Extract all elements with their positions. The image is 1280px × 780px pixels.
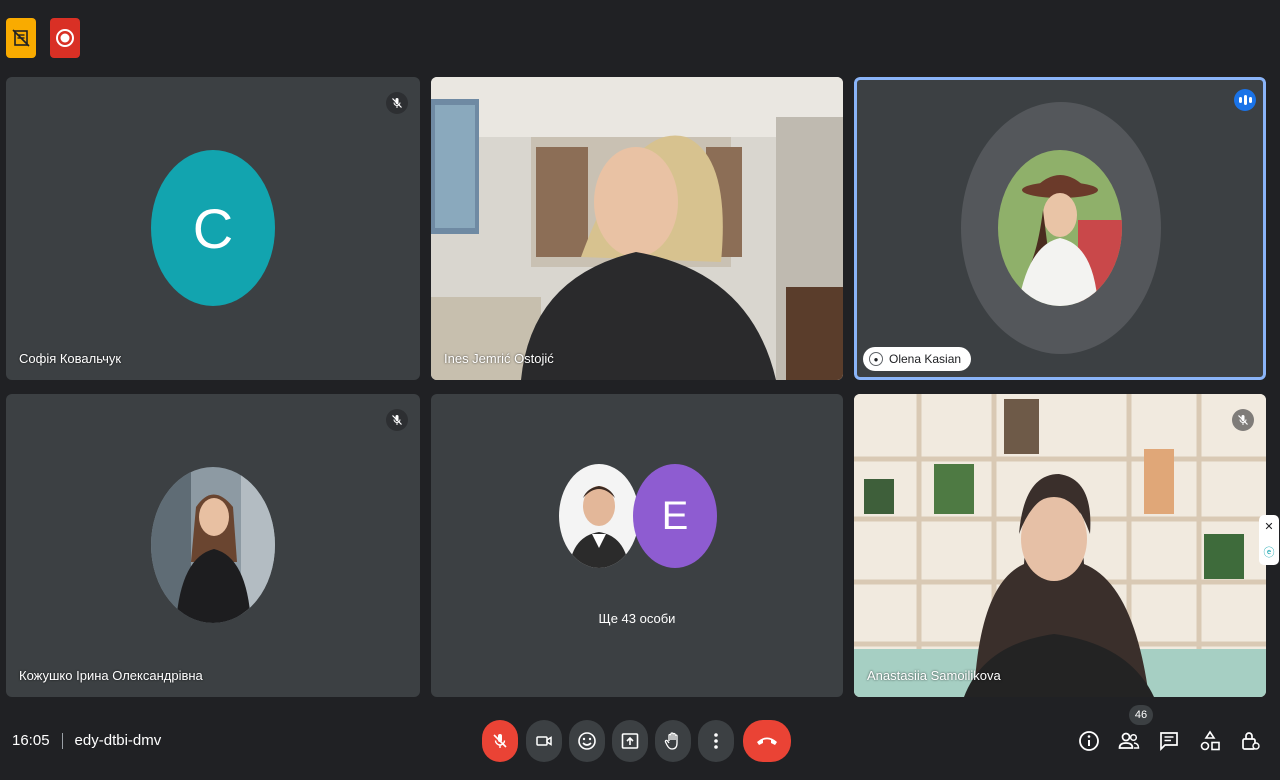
- clock: 16:05: [12, 732, 50, 749]
- chat-icon: [1160, 732, 1178, 752]
- participant-name: Кожушко Ірина Олександрівна: [19, 668, 203, 683]
- mic-toggle-button[interactable]: [482, 720, 518, 762]
- avatar: [151, 467, 275, 623]
- participant-name: Anastasiia Samoilikova: [867, 668, 1001, 683]
- meeting-code[interactable]: edy-dtbi-dmv: [75, 732, 162, 749]
- meeting-details-button[interactable]: [1075, 727, 1103, 755]
- more-participants-label: Ще 43 особи: [598, 611, 676, 626]
- more-vert-icon: [714, 733, 718, 749]
- chat-button[interactable]: [1155, 727, 1183, 755]
- emoji-button[interactable]: [569, 720, 605, 762]
- participant-name: Софія Ковальчук: [19, 351, 122, 366]
- mic-off-icon: [386, 92, 408, 114]
- host-controls-button[interactable]: [1236, 727, 1264, 755]
- camera-icon: [536, 736, 552, 746]
- leave-call-button[interactable]: [743, 720, 791, 762]
- speaking-indicator-icon: [1234, 89, 1256, 111]
- extension-widget[interactable]: ✕ ⓔ: [1259, 515, 1279, 565]
- mic-off-icon: [1232, 409, 1254, 431]
- host-controls-icon: [1242, 732, 1260, 750]
- more-options-button[interactable]: [698, 720, 734, 762]
- meet-stage: C Софія Ковальчук Ines Jemrić Ostojić ● …: [0, 0, 1280, 780]
- participant-count-badge: 46: [1129, 705, 1153, 725]
- participant-tile[interactable]: Anastasiia Samoilikova: [854, 394, 1266, 697]
- emoji-icon: [578, 732, 596, 750]
- avatar: [998, 150, 1122, 306]
- document-off-icon: [12, 29, 30, 47]
- controls-bar: 16:05 edy-dtbi-dmv 46: [0, 705, 1280, 780]
- mic-off-icon: [493, 734, 507, 748]
- avatar: C: [151, 150, 275, 306]
- camera-toggle-button[interactable]: [526, 720, 562, 762]
- extension-icon[interactable]: ⓔ: [1264, 544, 1275, 560]
- mic-off-icon: [386, 409, 408, 431]
- avatar: E: [633, 464, 717, 568]
- present-button[interactable]: [612, 720, 648, 762]
- info-icon: [1079, 731, 1099, 751]
- participant-name: Olena Kasian: [889, 352, 962, 366]
- participant-name: Ines Jemrić Ostojić: [444, 351, 554, 366]
- raise-hand-icon: [664, 732, 678, 750]
- participant-tile[interactable]: Кожушко Ірина Олександрівна: [6, 394, 420, 697]
- record-icon: [56, 29, 74, 47]
- activities-button[interactable]: [1196, 727, 1224, 755]
- call-end-icon: [757, 737, 777, 745]
- activities-icon: [1200, 730, 1220, 751]
- avatar: [559, 464, 639, 568]
- recording-badge[interactable]: [50, 18, 80, 58]
- ai-notes-badge[interactable]: [6, 18, 36, 58]
- pin-icon: ●: [869, 352, 883, 366]
- divider: [61, 732, 63, 749]
- top-status-badges: [6, 18, 80, 58]
- others-tile[interactable]: E Ще 43 особи: [431, 394, 843, 697]
- raise-hand-button[interactable]: [655, 720, 691, 762]
- close-icon[interactable]: ✕: [1264, 520, 1273, 533]
- participant-tile[interactable]: ● Olena Kasian: [854, 77, 1266, 380]
- video-feed: [431, 77, 843, 380]
- people-icon: [1118, 732, 1140, 749]
- people-button[interactable]: [1115, 727, 1143, 755]
- participant-tile[interactable]: C Софія Ковальчук: [6, 77, 420, 380]
- meeting-info: 16:05 edy-dtbi-dmv: [12, 732, 161, 749]
- present-icon: [621, 733, 639, 749]
- participant-tile[interactable]: Ines Jemrić Ostojić: [431, 77, 843, 380]
- video-feed: [854, 394, 1266, 697]
- participant-name-chip[interactable]: ● Olena Kasian: [863, 347, 972, 371]
